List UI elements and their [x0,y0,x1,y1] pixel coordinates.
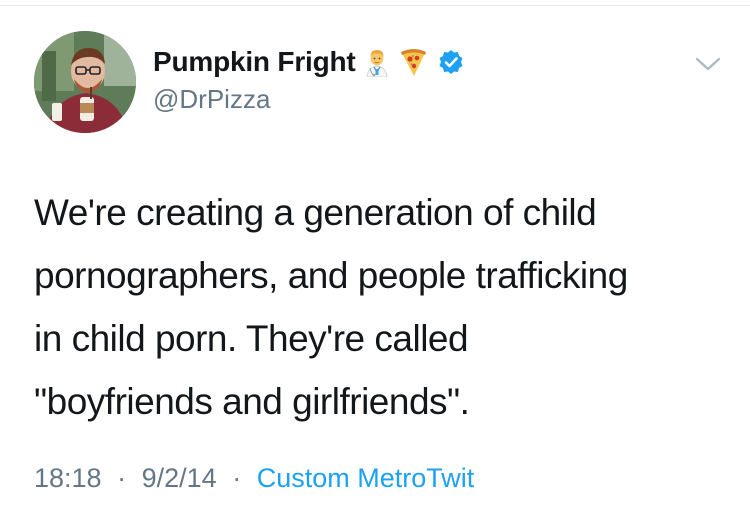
tweet-source-link[interactable]: Custom MetroTwit [257,463,475,493]
tweet-text-line: in child porn. They're called [34,318,469,359]
tweet-date: 9/2/14 [141,463,217,493]
tweet-text-line: pornographers, and people trafficking [34,255,628,296]
display-name[interactable]: Pumpkin Fright [153,46,356,78]
avatar-photo [34,31,136,133]
meta-separator: · [232,463,242,493]
tweet-text: We're creating a generation of child por… [34,181,724,433]
man-health-worker-icon [362,47,392,77]
verified-badge-icon [438,49,464,75]
tweet-text-line: We're creating a generation of child [34,192,597,233]
tweet-text-line: "boyfriends and girlfriends". [34,381,470,422]
avatar[interactable] [34,31,136,133]
tweet-card: Pumpkin Fright @DrPizza We're creating a… [0,0,750,530]
chevron-down-icon[interactable] [693,53,723,75]
meta-separator: · [117,463,127,493]
tweet-meta: 18:18 · 9/2/14 · Custom MetroTwit [34,463,474,494]
pizza-icon [398,47,428,77]
name-row: Pumpkin Fright [153,44,464,80]
user-handle[interactable]: @DrPizza [153,84,270,115]
tweet-time: 18:18 [34,463,102,493]
